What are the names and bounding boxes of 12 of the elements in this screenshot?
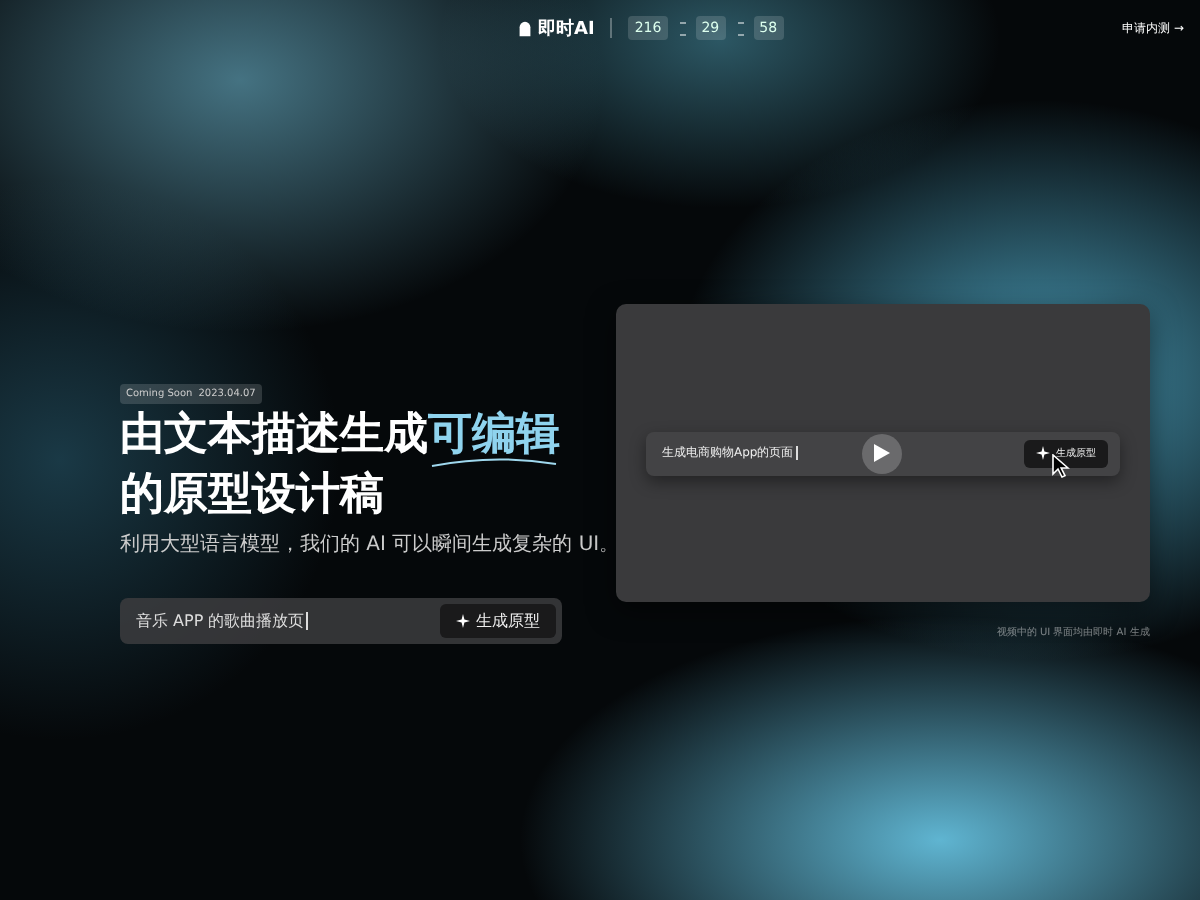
sparkle-icon	[1036, 446, 1050, 460]
sparkle-icon	[456, 614, 470, 628]
cursor-icon	[1052, 453, 1070, 477]
generate-button[interactable]: 生成原型	[440, 604, 556, 638]
play-button[interactable]	[862, 433, 902, 473]
prompt-field[interactable]: 音乐 APP 的歌曲播放页 生成原型	[120, 598, 562, 644]
logo-icon	[516, 19, 534, 37]
play-icon	[874, 444, 890, 462]
headline: 由文本描述生成可编辑 的原型设计稿	[120, 408, 560, 524]
underline-stroke	[428, 456, 560, 468]
subtitle: 利用大型语言模型，我们的 AI 可以瞬间生成复杂的 UI。	[120, 531, 620, 560]
brand-name[interactable]: 即时AI	[538, 15, 595, 41]
